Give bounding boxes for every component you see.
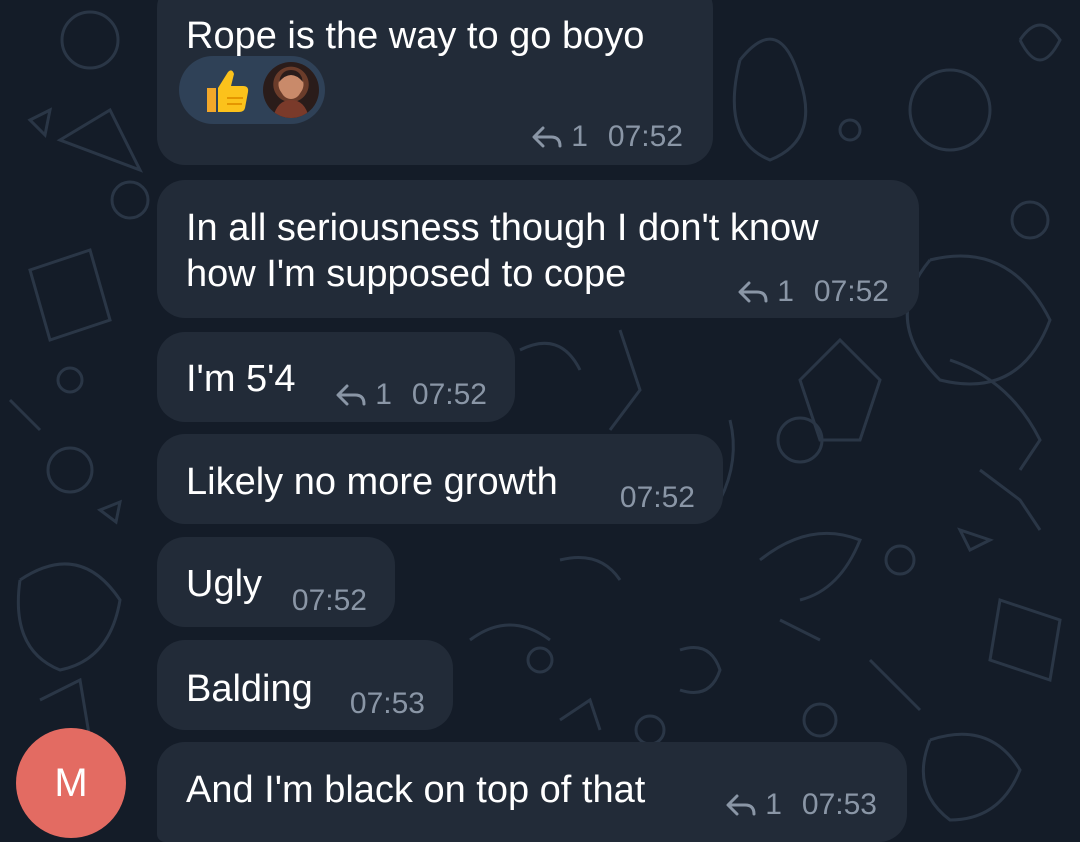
- message-meta: 1 07:52: [737, 275, 889, 309]
- message-time: 07:52: [813, 275, 889, 308]
- message-text: Likely no more growth: [186, 461, 558, 503]
- reactions-pill[interactable]: [179, 56, 325, 124]
- message-text: I'm 5'4: [186, 358, 296, 400]
- message-text: In all seriousness though I don't know h…: [186, 207, 819, 295]
- message-text: Ugly: [186, 563, 263, 605]
- message-bubble[interactable]: In all seriousness though I don't know h…: [157, 180, 919, 318]
- avatar-initial: M: [54, 760, 88, 805]
- reply-count[interactable]: 1: [375, 378, 392, 412]
- message-meta: 1 07:52: [531, 120, 683, 154]
- message-bubble[interactable]: I'm 5'4 1 07:52: [157, 332, 515, 422]
- sender-avatar[interactable]: M: [16, 728, 126, 838]
- message-time: 07:52: [619, 481, 695, 514]
- reply-arrow-icon[interactable]: [737, 280, 769, 304]
- user-avatar-reaction: [263, 62, 319, 118]
- message-time: 07:53: [349, 687, 425, 720]
- message-time: 07:52: [411, 378, 487, 411]
- message-text: Rope is the way to go boyo: [186, 15, 645, 57]
- message-time: 07:52: [607, 120, 683, 153]
- message-bubble[interactable]: Likely no more growth 07:52: [157, 434, 723, 524]
- reply-count[interactable]: 1: [777, 275, 794, 309]
- message-bubble[interactable]: Balding 07:53: [157, 640, 453, 730]
- thumbs-up-emoji: [207, 70, 249, 112]
- message-bubble[interactable]: And I'm black on top of that 1 07:53: [157, 742, 907, 842]
- reply-arrow-icon[interactable]: [531, 125, 563, 149]
- message-bubble[interactable]: Ugly 07:52: [157, 537, 395, 627]
- reply-count[interactable]: 1: [765, 788, 782, 822]
- message-text: And I'm black on top of that: [186, 769, 646, 811]
- message-time: 07:52: [291, 584, 367, 617]
- message-time: 07:53: [801, 788, 877, 821]
- reply-arrow-icon[interactable]: [725, 793, 757, 817]
- message-meta: 07:53: [350, 687, 425, 721]
- message-meta: 07:52: [292, 584, 367, 618]
- message-meta: 1 07:52: [335, 378, 487, 412]
- reply-arrow-icon[interactable]: [335, 383, 367, 407]
- message-meta: 1 07:53: [725, 788, 877, 822]
- message-bubble[interactable]: Rope is the way to go boyo 1 07:52: [157, 0, 713, 165]
- message-meta: 07:52: [620, 481, 695, 515]
- message-text: Balding: [186, 668, 313, 710]
- reply-count[interactable]: 1: [571, 120, 588, 154]
